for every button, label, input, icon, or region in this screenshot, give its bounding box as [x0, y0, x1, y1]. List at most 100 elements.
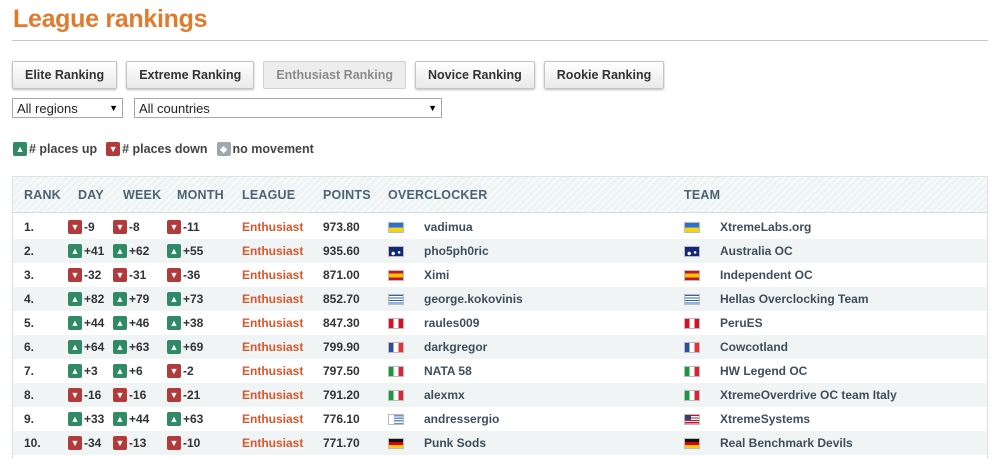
tab-rookie-ranking[interactable]: Rookie Ranking	[543, 61, 665, 89]
league-cell: Enthusiast	[242, 412, 304, 426]
points-cell: 935.60	[323, 244, 360, 258]
change-value: +44	[129, 412, 150, 426]
team-flag-icon	[684, 407, 700, 431]
league-cell: Enthusiast	[242, 220, 304, 234]
team-link[interactable]: Real Benchmark Devils	[720, 431, 853, 455]
tab-extreme-ranking[interactable]: Extreme Ranking	[126, 61, 255, 89]
league-cell: Enthusiast	[242, 268, 304, 282]
table-row: 2. ▲ +41 ▲ +62 ▲ +55 Enthusiast 935.60 pho5…	[13, 239, 987, 263]
team-link[interactable]: Cowcotland	[720, 335, 788, 359]
rank-cell: 2.	[24, 244, 35, 258]
chevron-down-icon: ▼	[167, 364, 181, 378]
overclocker-link[interactable]: pho5ph0ric	[424, 239, 489, 263]
italy-flag-icon	[388, 389, 404, 401]
peru-flag-icon	[684, 317, 700, 329]
overclocker-flag-icon	[388, 239, 404, 263]
overclocker-flag-icon	[388, 383, 404, 407]
team-flag-icon	[684, 311, 700, 335]
chevron-down-icon: ▼	[167, 436, 181, 450]
overclocker-link[interactable]: andressergio	[424, 407, 499, 431]
region-select[interactable]: All regions ▼	[12, 98, 123, 118]
france-flag-icon	[684, 341, 700, 353]
change-value: +73	[183, 292, 204, 306]
no-movement-icon: ◆	[216, 142, 231, 156]
team-link[interactable]: XtremeSystems	[720, 407, 810, 431]
tab-enthusiast-ranking[interactable]: Enthusiast Ranking	[263, 61, 406, 89]
overclocker-link[interactable]: NATA 58	[424, 359, 472, 383]
week-change: ▼ -8	[113, 215, 140, 239]
overclocker-link[interactable]: darkgregor	[424, 335, 487, 359]
week-change: ▲ +46	[113, 311, 149, 335]
table-row: 9. ▲ +33 ▲ +44 ▲ +63 Enthusiast 776.10 andr…	[13, 407, 987, 431]
change-value: +41	[84, 244, 105, 258]
col-rank: RANK	[24, 188, 61, 202]
col-week: WEEK	[123, 188, 162, 202]
day-change: ▼ -9	[68, 215, 95, 239]
germany-flag-icon	[388, 437, 404, 449]
chevron-down-icon: ▼	[106, 142, 121, 156]
caret-down-icon: ▼	[428, 103, 437, 113]
overclocker-link[interactable]: vadimua	[424, 215, 473, 239]
day-change: ▼ -32	[68, 263, 101, 287]
day-change: ▲ +82	[68, 287, 104, 311]
overclocker-link[interactable]: alexmx	[424, 383, 465, 407]
chevron-up-icon: ▲	[68, 316, 82, 330]
points-cell: 871.00	[323, 268, 360, 282]
day-change: ▲ +41	[68, 239, 104, 263]
day-change: ▼ -16	[68, 383, 101, 407]
rank-cell: 3.	[24, 268, 35, 282]
change-value: +33	[84, 412, 105, 426]
chevron-down-icon: ▼	[113, 220, 127, 234]
rank-cell: 9.	[24, 412, 35, 426]
week-change: ▲ +63	[113, 335, 149, 359]
rank-cell: 6.	[24, 340, 35, 354]
table-row: 4. ▲ +82 ▲ +79 ▲ +73 Enthusiast 852.70 geor…	[13, 287, 987, 311]
chevron-down-icon: ▼	[68, 436, 82, 450]
chevron-up-icon: ▲	[68, 364, 82, 378]
change-value: -31	[129, 268, 147, 282]
week-change: ▲ +79	[113, 287, 149, 311]
day-change: ▲ +44	[68, 311, 104, 335]
overclocker-link[interactable]: Ximi	[424, 263, 449, 287]
overclocker-link[interactable]: Punk Sods	[424, 431, 486, 455]
team-link[interactable]: XtremeOverdrive OC team Italy	[720, 383, 897, 407]
points-cell: 852.70	[323, 292, 360, 306]
legend-down-label: # places down	[122, 142, 208, 156]
table-row: 6. ▲ +64 ▲ +63 ▲ +69 Enthusiast 799.90 dark…	[13, 335, 987, 359]
overclocker-link[interactable]: george.kokovinis	[424, 287, 523, 311]
col-points: POINTS	[323, 188, 371, 202]
change-value: +64	[84, 340, 105, 354]
tab-novice-ranking[interactable]: Novice Ranking	[415, 61, 535, 89]
overclocker-flag-icon	[388, 407, 404, 431]
team-link[interactable]: HW Legend OC	[720, 359, 807, 383]
overclocker-flag-icon	[388, 431, 404, 455]
chevron-up-icon: ▲	[68, 244, 82, 258]
legend-up: ▲ # places up	[13, 142, 97, 156]
chevron-up-icon: ▲	[113, 244, 127, 258]
chevron-up-icon: ▲	[113, 412, 127, 426]
ranking-tabs: Elite Ranking Extreme Ranking Enthusiast…	[12, 61, 673, 89]
team-link[interactable]: Hellas Overclocking Team	[720, 287, 869, 311]
week-change: ▼ -13	[113, 431, 146, 455]
chevron-up-icon: ▲	[68, 292, 82, 306]
country-select[interactable]: All countries ▼	[134, 98, 442, 118]
team-link[interactable]: XtremeLabs.org	[720, 215, 811, 239]
change-value: -16	[84, 388, 102, 402]
change-value: -32	[84, 268, 102, 282]
team-link[interactable]: Independent OC	[720, 263, 813, 287]
legend-none-label: no movement	[232, 142, 314, 156]
team-link[interactable]: PeruES	[720, 311, 763, 335]
spain-flag-icon	[684, 269, 700, 281]
points-cell: 791.20	[323, 388, 360, 402]
table-row: 7. ▲ +3 ▲ +6 ▼ -2 Enthusiast 797.50 NATA 58…	[13, 359, 987, 383]
chevron-up-icon: ▲	[167, 316, 181, 330]
month-change: ▼ -10	[167, 431, 200, 455]
team-link[interactable]: Australia OC	[720, 239, 793, 263]
overclocker-link[interactable]: raules009	[424, 311, 479, 335]
tab-elite-ranking[interactable]: Elite Ranking	[12, 61, 118, 89]
change-value: -2	[183, 364, 194, 378]
chevron-up-icon: ▲	[167, 412, 181, 426]
chevron-down-icon: ▼	[167, 388, 181, 402]
chevron-down-icon: ▼	[113, 268, 127, 282]
chevron-up-icon: ▲	[113, 292, 127, 306]
